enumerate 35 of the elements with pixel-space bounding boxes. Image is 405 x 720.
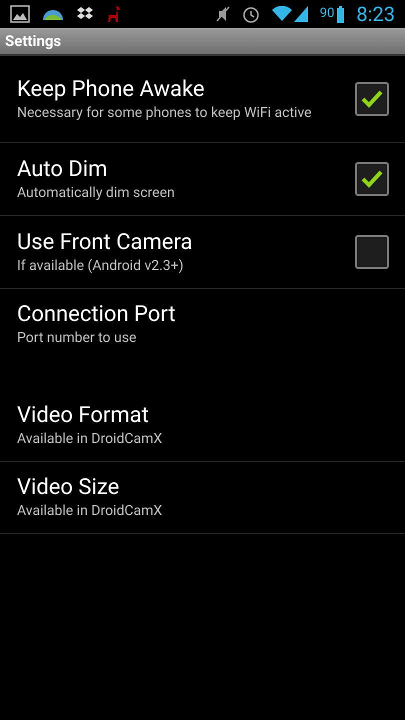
settings-item[interactable]: Auto Dim Automatically dim screen [0, 143, 405, 216]
item-title: Use Front Camera [17, 228, 194, 256]
settings-item[interactable]: Video Size Available in DroidCamX [0, 462, 405, 534]
item-summary: Automatically dim screen [17, 184, 176, 202]
battery-percent: 90 [320, 5, 334, 24]
settings-item[interactable]: Keep Phone Awake Necessary for some phones to keep WiFi active [0, 56, 405, 143]
gallery-icon [10, 5, 30, 23]
item-title: Auto Dim [17, 156, 108, 184]
screen-title: Settings [5, 30, 62, 52]
item-title: Video Size [17, 474, 120, 502]
item-summary: Port number to use [17, 329, 138, 348]
item-summary: Necessary for some phones to keep WiFi active [17, 104, 313, 122]
wifi-icon [272, 6, 292, 22]
item-title: Video Format [17, 402, 150, 430]
mute-icon [216, 6, 230, 22]
check-icon [361, 90, 383, 108]
item-title: Connection Port [17, 301, 177, 329]
item-title: Keep Phone Awake [17, 76, 206, 104]
battery-icon [337, 6, 344, 22]
item-summary: Available in DroidCamX [17, 502, 164, 521]
clock: 8:23 [356, 1, 395, 28]
check-icon [361, 170, 383, 188]
settings-item[interactable]: Video Format Available in DroidCamX [0, 390, 405, 462]
checkbox[interactable] [355, 82, 389, 116]
llama-icon [106, 5, 122, 23]
item-summary: If available (Android v2.3+) [17, 256, 184, 276]
settings-item[interactable]: Connection Port Port number to use [0, 289, 405, 390]
box-icon [76, 6, 94, 22]
checkbox[interactable] [355, 162, 389, 196]
signal-icon [294, 6, 308, 22]
checkbox[interactable] [355, 235, 389, 269]
globe-icon [42, 7, 64, 21]
alarm-icon [242, 5, 260, 23]
settings-item[interactable]: Use Front Camera If available (Android v2.3+) [0, 216, 405, 289]
item-summary: Available in DroidCamX [17, 430, 164, 449]
